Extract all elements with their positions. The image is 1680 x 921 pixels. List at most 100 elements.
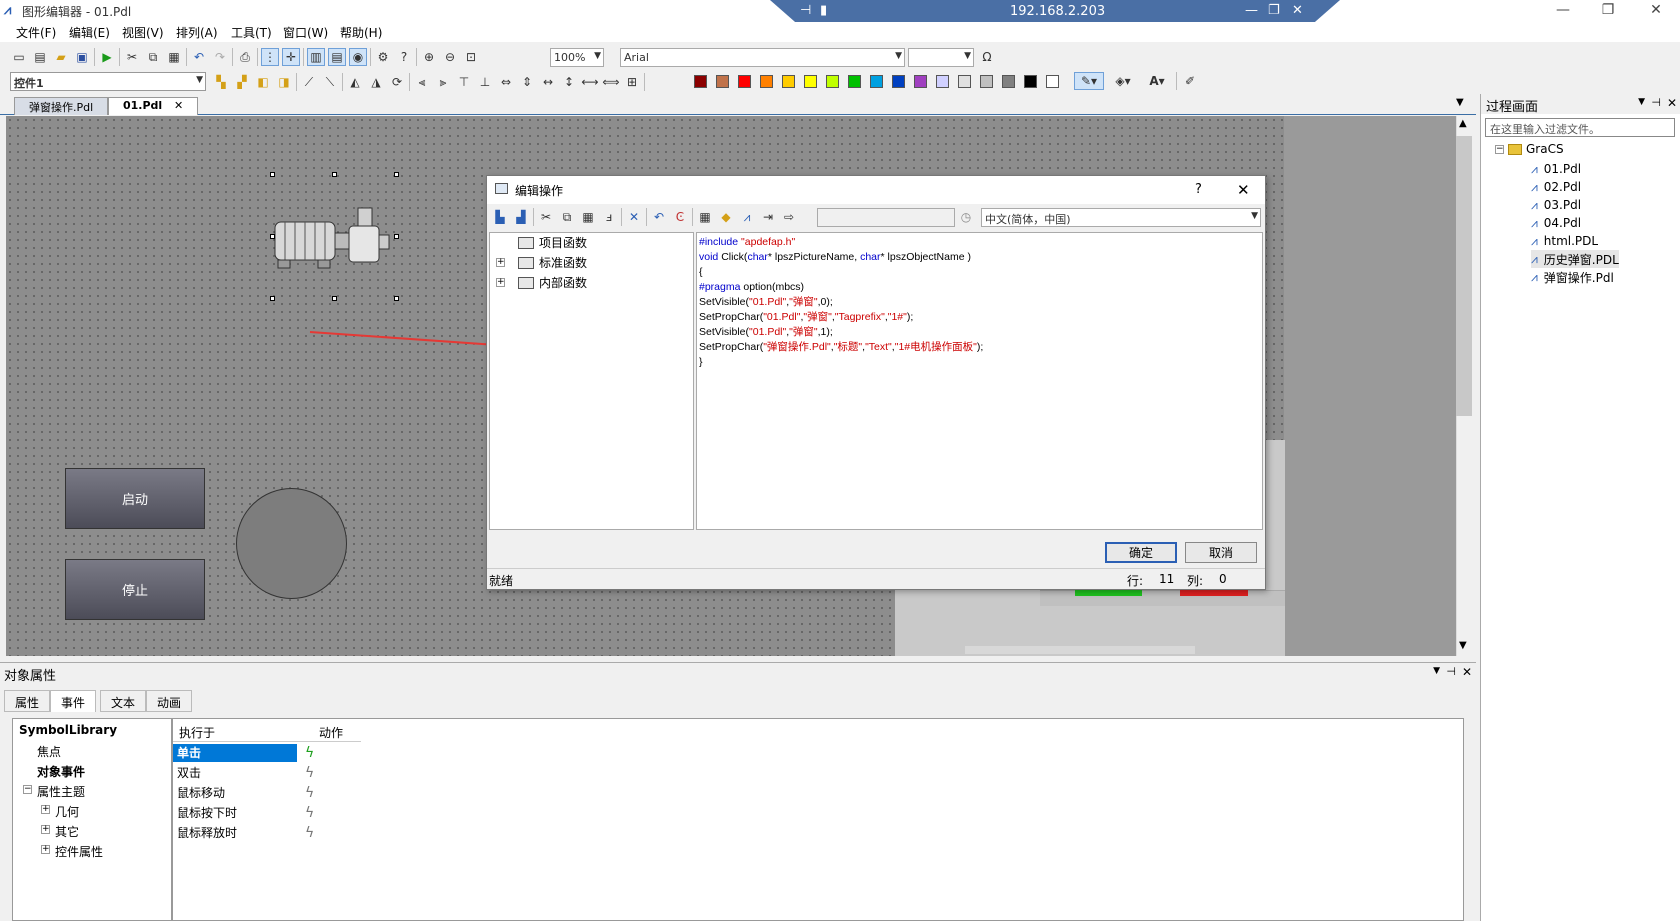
action-lightning-icon[interactable]: ϟ [305, 825, 314, 841]
tag-icon[interactable]: ▦ [696, 208, 714, 226]
code-editor[interactable]: #include "apdefap.h" void Click(char* lps… [696, 232, 1263, 530]
event-row[interactable]: 鼠标按下时 ϟ [173, 803, 361, 823]
export-icon[interactable]: ⇨ [780, 208, 798, 226]
align-left-icon[interactable]: ⫷ [413, 73, 431, 91]
selection-handle[interactable] [394, 234, 399, 239]
minimize-icon[interactable]: — [1545, 2, 1581, 20]
align-right-icon[interactable]: ⫸ [434, 73, 452, 91]
space-v-icon[interactable]: ↕ [560, 73, 578, 91]
pin-icon[interactable]: ⊣ [1446, 665, 1456, 678]
eyedropper-icon[interactable]: ✐ [1181, 72, 1199, 90]
same-width-icon[interactable]: ⟷ [581, 73, 599, 91]
file-item[interactable]: ⩘ 历史弹窗.PDL [1531, 250, 1619, 268]
font-color-icon[interactable]: A▾ [1142, 72, 1172, 90]
color-code-icon[interactable]: Ͼ [671, 208, 689, 226]
fill-color-icon[interactable]: ◈▾ [1108, 72, 1138, 90]
align-bottom-icon[interactable]: ⊥ [476, 73, 494, 91]
color-swatch[interactable] [782, 75, 795, 88]
selection-handle[interactable] [270, 234, 275, 239]
color-swatch[interactable] [892, 75, 905, 88]
zoom-out-icon[interactable]: ⊖ [441, 48, 459, 66]
color-swatch[interactable] [716, 75, 729, 88]
menu-tools[interactable]: 工具(T) [231, 24, 272, 41]
pump-symbol[interactable] [270, 200, 400, 272]
file-item[interactable]: ⩘ 03.Pdl [1531, 196, 1619, 214]
selection-handle[interactable] [270, 296, 275, 301]
same-height-icon[interactable]: ⟺ [602, 73, 620, 91]
flip-v-icon[interactable]: ◮ [367, 73, 385, 91]
color-swatch[interactable] [914, 75, 927, 88]
cut-icon[interactable]: ✂ [537, 208, 555, 226]
circle-indicator[interactable] [236, 488, 347, 599]
dialog-close-button[interactable]: ✕ [1237, 181, 1250, 199]
menu-arrange[interactable]: 排列(A) [176, 24, 218, 41]
replace-icon[interactable]: ⅎ [600, 208, 618, 226]
stop-button[interactable]: 停止 [65, 559, 205, 620]
tree-item-focus[interactable]: 焦点 [37, 743, 61, 760]
language-combo[interactable]: 中文(简体，中国) ▼ [981, 208, 1261, 227]
redo-icon[interactable]: ↷ [211, 48, 229, 66]
object-icon[interactable]: ◆ [717, 208, 735, 226]
action-lightning-icon[interactable]: ϟ [305, 785, 314, 801]
tab-properties[interactable]: 属性 [4, 690, 51, 712]
canvas-vscroll-thumb[interactable] [1456, 136, 1472, 416]
collapse-icon[interactable]: − [1495, 144, 1504, 154]
file-item[interactable]: ⩘ 02.Pdl [1531, 178, 1619, 196]
tab-events[interactable]: 事件 [50, 690, 97, 712]
tree-item-geometry[interactable]: 几何 [55, 803, 79, 820]
copy-icon[interactable]: ⧉ [558, 208, 576, 226]
compile-icon[interactable]: ▙ [491, 208, 509, 226]
remote-restore-icon[interactable]: ❐ [1268, 3, 1280, 18]
action-lightning-icon[interactable]: ϟ [305, 745, 314, 761]
tree-item-control-props[interactable]: 控件属性 [55, 843, 103, 860]
connector-icon[interactable]: ⟋ [300, 73, 318, 91]
paste-icon[interactable]: ▦ [579, 208, 597, 226]
line-color-icon[interactable]: ✎▾ [1074, 72, 1104, 90]
menu-edit[interactable]: 编辑(E) [69, 24, 110, 41]
search-field[interactable] [817, 208, 955, 227]
pin-icon[interactable]: ⊣ [1651, 96, 1661, 109]
menu-window[interactable]: 窗口(W) [283, 24, 328, 41]
tab-close-icon[interactable]: ✕ [174, 99, 183, 112]
special-char-icon[interactable]: Ω [978, 48, 996, 66]
filter-input[interactable]: 在这里输入过滤文件。 [1485, 118, 1675, 137]
same-size-icon[interactable]: ⊞ [623, 73, 641, 91]
color-swatch[interactable] [1046, 75, 1059, 88]
event-row[interactable]: 单击 ϟ [173, 743, 361, 763]
rotate-icon[interactable]: ⟳ [388, 73, 406, 91]
event-row[interactable]: 鼠标释放时 ϟ [173, 823, 361, 843]
control-combo[interactable]: 控件1 ▼ [10, 72, 206, 91]
close-icon[interactable]: ✕ [1638, 2, 1674, 20]
selection-handle[interactable] [332, 172, 337, 177]
color-swatch[interactable] [1002, 75, 1015, 88]
expand-icon[interactable]: + [41, 825, 50, 834]
clock-icon[interactable]: ◷ [957, 208, 975, 226]
grid-icon[interactable]: ⋮ [261, 48, 279, 66]
file-item[interactable]: ⩘ 弹窗操作.Pdl [1531, 268, 1619, 286]
tree-item-property-topics[interactable]: 属性主题 [37, 783, 85, 800]
objects-icon[interactable]: ◉ [349, 48, 367, 66]
color-swatch[interactable] [804, 75, 817, 88]
tree-item-object-events[interactable]: 对象事件 [37, 763, 85, 780]
open-icon[interactable]: ▰ [52, 48, 70, 66]
color-swatch[interactable] [760, 75, 773, 88]
color-swatch[interactable] [1024, 75, 1037, 88]
font-combo[interactable]: Arial ▼ [620, 48, 905, 67]
tree-item-other[interactable]: 其它 [55, 823, 79, 840]
bring-front-icon[interactable]: ◧ [254, 73, 272, 91]
snap-icon[interactable]: ✛ [282, 48, 300, 66]
event-row[interactable]: 鼠标移动 ϟ [173, 783, 361, 803]
menu-help[interactable]: 帮助(H) [340, 24, 382, 41]
zoom-fit-icon[interactable]: ⊡ [462, 48, 480, 66]
file-item[interactable]: ⩘ 04.Pdl [1531, 214, 1619, 232]
expand-icon[interactable]: + [41, 805, 50, 814]
tab-text[interactable]: 文本 [100, 690, 147, 712]
center-h-icon[interactable]: ⇔ [497, 73, 515, 91]
undo-icon[interactable]: ↶ [190, 48, 208, 66]
chevron-down-icon[interactable]: ▼ [1433, 666, 1440, 676]
menu-view[interactable]: 视图(V) [122, 24, 164, 41]
import-icon[interactable]: ⇥ [759, 208, 777, 226]
paste-icon[interactable]: ▦ [165, 48, 183, 66]
ok-button[interactable]: 确定 [1105, 542, 1177, 563]
color-swatch[interactable] [958, 75, 971, 88]
